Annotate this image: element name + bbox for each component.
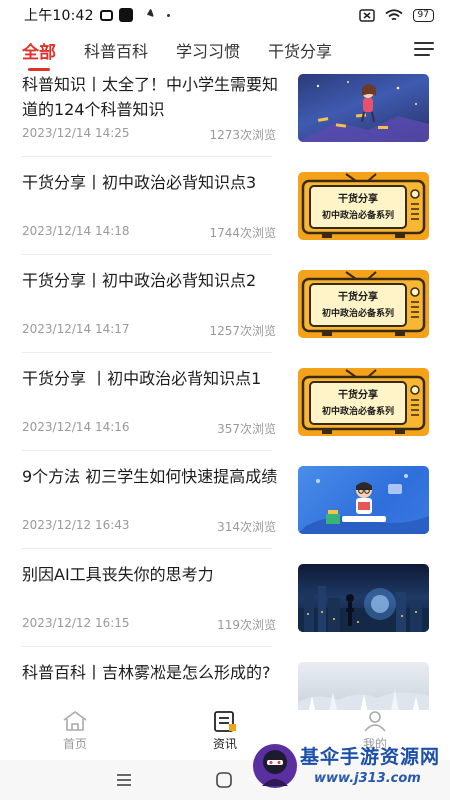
article-views: 314次浏览: [217, 520, 276, 534]
article-item[interactable]: 科普知识丨太全了！中小学生需要知道的124个科普知识 2023/12/14 14…: [0, 70, 450, 168]
article-title: 9个方法 初三学生如何快速提高成绩: [22, 467, 278, 486]
article-thumbnail: [298, 74, 429, 142]
article-item[interactable]: 别因AI工具丧失你的思考力 2023/12/12 16:15 119次浏览: [0, 560, 450, 658]
article-thumbnail: 干货分享 初中政治必备系列: [298, 270, 429, 338]
category-tab-bar: 全部 科普百科 学习习惯 干货分享: [0, 30, 450, 71]
article-date: 2023/12/14 14:17: [22, 322, 130, 336]
article-title: 别因AI工具丧失你的思考力: [22, 565, 214, 584]
article-date: 2023/12/14 14:18: [22, 224, 130, 238]
article-divider: [22, 646, 272, 647]
article-title: 科普知识丨太全了！中小学生需要知道的124个科普知识: [22, 75, 279, 119]
article-thumbnail: [298, 564, 429, 632]
watermark-url: www.j313.com: [314, 771, 421, 786]
tv-banner-image: 干货分享 初中政治必备系列: [301, 173, 426, 238]
article-item[interactable]: 干货分享丨初中政治必背知识点3 2023/12/14 14:18 1744次浏览…: [0, 168, 450, 266]
study-illustration-image: [298, 474, 429, 534]
message-notification-icon: [99, 9, 113, 21]
nav-home[interactable]: 首页: [35, 710, 115, 760]
tab-label: 干货分享: [268, 42, 333, 61]
tab-science-encyclopedia[interactable]: 科普百科: [84, 38, 148, 62]
tiktok-notification-icon: [118, 8, 133, 22]
status-time: 上午10:42: [24, 8, 94, 24]
article-title: 干货分享丨初中政治必背知识点3: [22, 173, 257, 192]
article-views: 119次浏览: [217, 618, 276, 632]
nav-home-label: 首页: [62, 737, 87, 751]
article-item[interactable]: 干货分享丨初中政治必背知识点2 2023/12/14 14:17 1257次浏览…: [0, 266, 450, 364]
article-divider: [22, 450, 272, 451]
tv-banner-image: 干货分享 初中政治必备系列: [301, 271, 426, 336]
kids-illustration-image: [298, 81, 429, 142]
tab-all[interactable]: 全部: [22, 38, 56, 71]
article-views: 1273次浏览: [209, 128, 276, 142]
article-divider: [22, 254, 272, 255]
tab-label: 学习习惯: [176, 42, 241, 61]
article-title: 干货分享 丨初中政治必背知识点1: [22, 369, 262, 388]
watermark-text: 基伞手游资源网: [300, 746, 441, 768]
watermark-mascot-icon: [253, 744, 297, 788]
article-thumbnail: [298, 662, 429, 710]
article-date: 2023/12/14 14:25: [22, 126, 130, 140]
tv-banner-line2: 初中政治必备系列: [322, 307, 394, 319]
article-views: 1257次浏览: [209, 324, 276, 338]
nav-news-label: 资讯: [212, 737, 237, 751]
article-thumbnail: 干货分享 初中政治必备系列: [298, 368, 429, 436]
ai-city-image: [298, 586, 429, 632]
article-date: 2023/12/12 16:15: [22, 616, 130, 630]
article-title: 干货分享丨初中政治必背知识点2: [22, 271, 257, 290]
tab-label: 科普百科: [84, 42, 149, 61]
battery-indicator: 97: [412, 8, 434, 22]
article-date: 2023/12/12 16:43: [22, 518, 130, 532]
article-thumbnail: 干货分享 初中政治必备系列: [298, 172, 429, 240]
watermark: 基伞手游资源网 www.j313.com: [252, 738, 448, 796]
more-notifications-dot-icon: [166, 13, 170, 17]
article-views: 1744次浏览: [209, 226, 276, 240]
article-views: 357次浏览: [217, 422, 276, 436]
home-button-icon[interactable]: [214, 770, 234, 790]
status-right: 97: [358, 8, 434, 22]
article-date: 2023/12/14 14:16: [22, 420, 130, 434]
tab-tips-sharing[interactable]: 干货分享: [268, 38, 332, 62]
status-bar: 上午10:42 97: [0, 0, 450, 30]
tab-label: 全部: [22, 42, 56, 63]
tv-banner-line1: 干货分享: [338, 192, 378, 205]
sim-off-icon: [358, 8, 375, 22]
news-icon: [214, 711, 236, 732]
status-left: 上午10:42: [24, 5, 170, 25]
profile-icon: [364, 711, 386, 732]
home-icon: [63, 711, 87, 731]
tv-banner-image: 干货分享 初中政治必备系列: [301, 369, 426, 434]
tab-study-habits[interactable]: 学习习惯: [176, 38, 240, 62]
article-divider: [22, 352, 272, 353]
telegram-notification-icon: [137, 7, 155, 23]
recent-apps-icon[interactable]: [114, 770, 134, 790]
article-title: 科普百科丨吉林雾凇是怎么形成的?: [22, 663, 271, 682]
article-list: 科普知识丨太全了！中小学生需要知道的124个科普知识 2023/12/14 14…: [0, 70, 450, 710]
article-divider: [22, 548, 272, 549]
menu-icon[interactable]: [414, 42, 434, 56]
tv-banner-line2: 初中政治必备系列: [322, 209, 394, 221]
frost-trees-image: [298, 690, 429, 710]
tv-banner-line1: 干货分享: [338, 290, 378, 303]
article-divider: [22, 156, 272, 157]
tv-banner-line1: 干货分享: [338, 388, 378, 401]
article-item[interactable]: 科普百科丨吉林雾凇是怎么形成的?: [0, 658, 450, 710]
wifi-icon: [384, 8, 403, 20]
tv-banner-line2: 初中政治必备系列: [322, 405, 394, 417]
article-thumbnail: [298, 466, 429, 534]
article-item[interactable]: 9个方法 初三学生如何快速提高成绩 2023/12/12 16:43 314次浏…: [0, 462, 450, 560]
article-item[interactable]: 干货分享 丨初中政治必背知识点1 2023/12/14 14:16 357次浏览…: [0, 364, 450, 462]
